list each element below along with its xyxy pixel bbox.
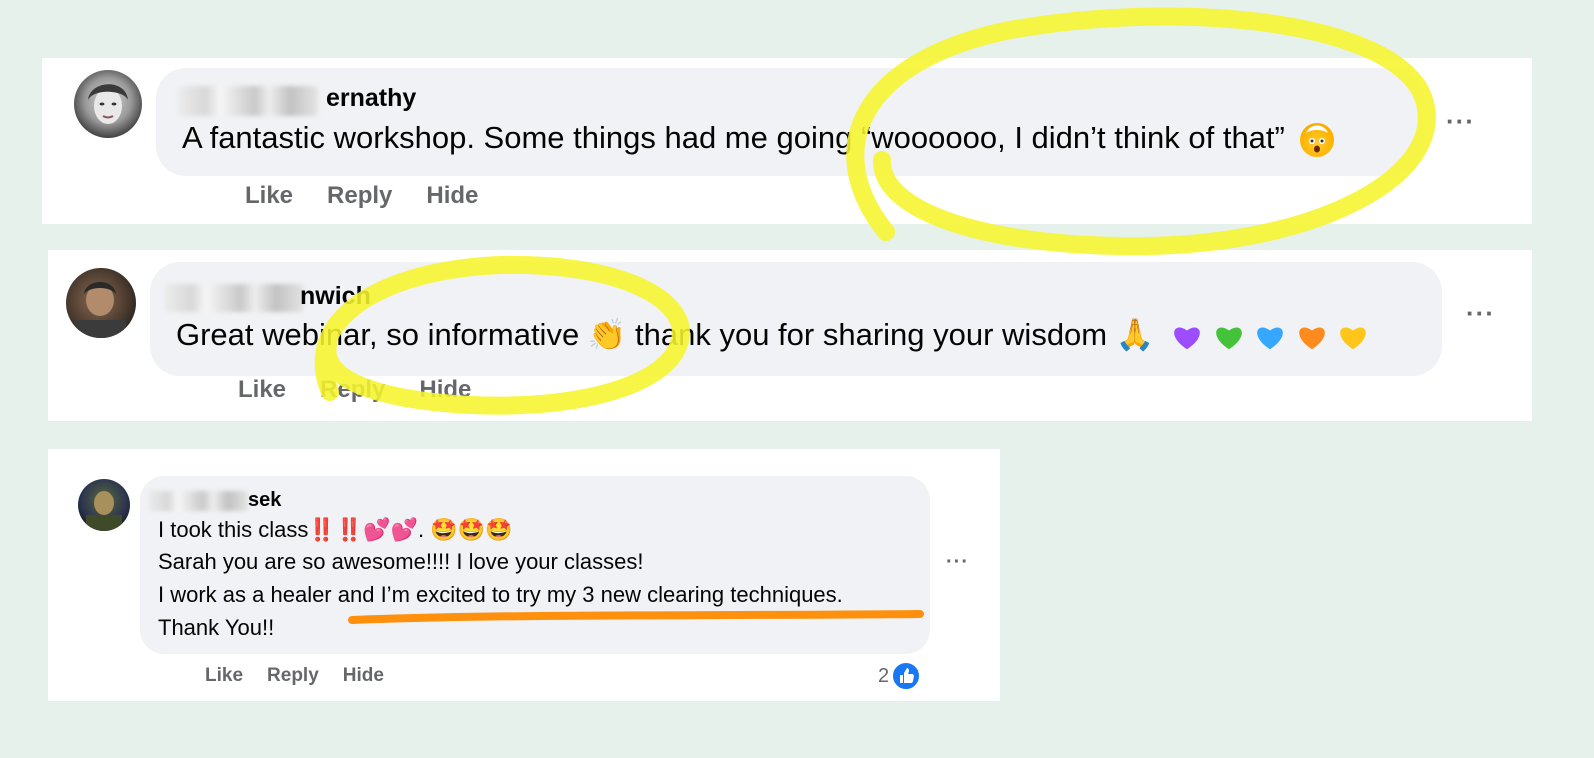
comment-body: A fantastic workshop. Some things had me… (182, 120, 1285, 155)
comment-card-3: sek I took this class‼️‼️💕💕. 🤩🤩🤩 Sarah y… (48, 449, 1000, 701)
comment-author[interactable]: ernathy (326, 84, 416, 113)
reply-button[interactable]: Reply (327, 182, 392, 210)
more-options-icon[interactable]: ··· (1446, 106, 1475, 137)
comment-author[interactable]: sek (248, 489, 281, 512)
purple-heart-icon (1174, 327, 1200, 349)
like-button[interactable]: Like (245, 182, 293, 210)
comment-actions: Like Reply Hide (245, 182, 478, 210)
comment-card-2: nwich Great webinar, so informative 👏 th… (48, 250, 1532, 421)
hide-button[interactable]: Hide (343, 665, 384, 687)
like-button[interactable]: Like (205, 665, 243, 687)
like-reaction-icon (891, 661, 922, 691)
avatar[interactable] (78, 479, 130, 531)
reply-button[interactable]: Reply (320, 376, 385, 404)
avatar[interactable] (66, 268, 136, 338)
reaction-count: 2 (878, 664, 890, 687)
comment-line-1: I took this class‼️‼️💕💕. 🤩🤩🤩 (158, 517, 513, 542)
blue-heart-icon (1257, 327, 1284, 349)
more-options-icon[interactable]: ··· (946, 551, 969, 574)
comment-actions: Like Reply Hide (205, 665, 384, 687)
redacted-name-blur (164, 284, 304, 312)
hearts-emoji-row (1169, 317, 1369, 352)
green-heart-icon (1215, 327, 1242, 349)
avatar[interactable] (74, 70, 142, 138)
yellow-heart-icon (1340, 327, 1367, 349)
comment-bubble: nwich Great webinar, so informative 👏 th… (150, 262, 1442, 376)
hide-button[interactable]: Hide (419, 376, 471, 404)
comment-line-3: I work as a healer and I’m excited to tr… (158, 582, 843, 607)
comment-card-1: ernathy A fantastic workshop. Some thing… (42, 58, 1532, 224)
like-button[interactable]: Like (238, 376, 286, 404)
comment-actions: Like Reply Hide (238, 376, 471, 404)
orange-heart-icon (1299, 327, 1325, 349)
comment-text: A fantastic workshop. Some things had me… (182, 120, 1334, 157)
comment-bubble: ernathy A fantastic workshop. Some thing… (156, 68, 1424, 176)
comment-body: Great webinar, so informative 👏 thank yo… (176, 317, 1155, 352)
exploding-head-emoji-icon (1299, 122, 1334, 157)
reaction-summary[interactable]: 2 (878, 661, 922, 691)
comment-bubble: sek I took this class‼️‼️💕💕. 🤩🤩🤩 Sarah y… (140, 476, 930, 654)
comment-author[interactable]: nwich (300, 282, 371, 311)
comment-line-2: Sarah you are so awesome!!!! I love your… (158, 549, 644, 574)
comment-line-4: Thank You!! (158, 615, 275, 640)
redacted-name-blur (178, 86, 318, 116)
hide-button[interactable]: Hide (426, 182, 478, 210)
more-options-icon[interactable]: ··· (1466, 298, 1495, 329)
redacted-name-blur (148, 491, 248, 511)
reply-button[interactable]: Reply (267, 665, 319, 687)
comment-text: Great webinar, so informative 👏 thank yo… (176, 316, 1368, 353)
